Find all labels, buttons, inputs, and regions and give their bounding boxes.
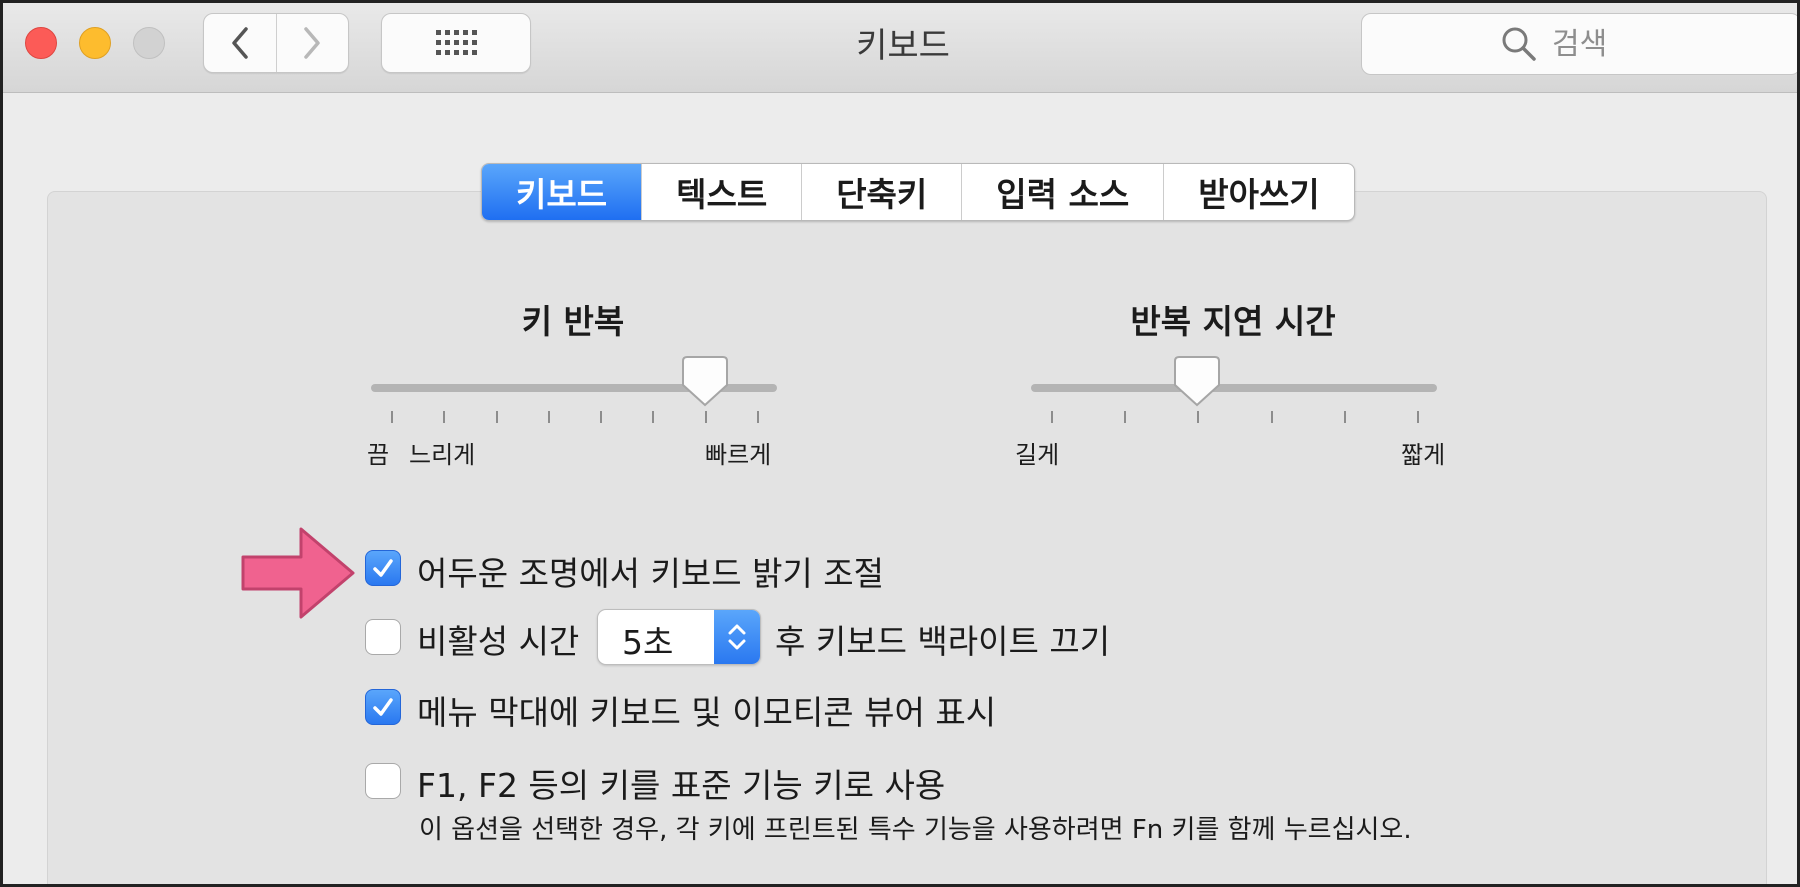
slider-tick	[495, 411, 498, 423]
slider-tick	[757, 411, 759, 423]
fn-keys-checkbox[interactable]	[365, 763, 401, 799]
updown-arrows-icon	[714, 610, 760, 664]
slider-tick	[652, 411, 655, 423]
zoom-window-button[interactable]	[133, 27, 165, 59]
checkmark-icon	[373, 559, 393, 577]
fn-keys-note: 이 옵션을 선택한 경우, 각 키에 프린트된 특수 기능을 사용하려면 Fn …	[419, 815, 1412, 845]
repeat-delay-short-label: 짧게	[1401, 441, 1446, 469]
fn-keys-label: F1, F2 등의 키를 표준 기능 키로 사용	[417, 766, 946, 805]
slider-tick	[1197, 411, 1200, 423]
slider-tick	[1343, 411, 1346, 423]
slider-tick	[704, 411, 707, 423]
key-repeat-slider-thumb[interactable]	[681, 355, 729, 407]
tab-keyboard[interactable]: 키보드	[482, 164, 642, 220]
search-input[interactable]	[1552, 26, 1772, 62]
repeat-delay-title: 반복 지연 시간	[1130, 302, 1336, 341]
back-button[interactable]	[204, 14, 276, 72]
title-bar: 키보드	[3, 3, 1797, 93]
slider-tick	[1417, 411, 1419, 423]
navigation-buttons	[203, 13, 349, 73]
forward-button[interactable]	[275, 14, 349, 72]
auto-brightness-label: 어두운 조명에서 키보드 밝기 조절	[417, 554, 884, 593]
tab-bar: 키보드 텍스트 단축키 입력 소스 받아쓰기	[481, 163, 1355, 221]
tab-input-sources[interactable]: 입력 소스	[961, 164, 1163, 220]
idle-time-value: 5초	[622, 623, 674, 662]
repeat-delay-long-label: 길게	[1015, 441, 1060, 469]
key-repeat-off-label: 끔	[367, 441, 390, 469]
checkmark-icon	[373, 698, 393, 716]
key-repeat-fast-label: 빠르게	[705, 441, 772, 469]
chevron-right-icon	[304, 27, 320, 59]
key-repeat-slow-label: 느리게	[409, 441, 476, 469]
search-icon	[1502, 27, 1536, 61]
minimize-window-button[interactable]	[79, 27, 111, 59]
grid-icon	[436, 30, 477, 55]
slider-tick	[391, 411, 393, 423]
slider-tick	[1124, 411, 1127, 423]
backlight-off-label-after: 후 키보드 백라이트 끄기	[775, 622, 1111, 661]
slider-tick	[443, 411, 446, 423]
close-window-button[interactable]	[25, 27, 57, 59]
tab-dictation[interactable]: 받아쓰기	[1163, 164, 1353, 220]
repeat-delay-slider-thumb[interactable]	[1173, 355, 1221, 407]
slider-tick	[1270, 411, 1273, 423]
chevron-left-icon	[232, 27, 248, 59]
menu-bar-viewer-checkbox[interactable]	[365, 689, 401, 725]
repeat-delay-track[interactable]	[1031, 384, 1437, 392]
menu-bar-viewer-label: 메뉴 막대에 키보드 및 이모티콘 뷰어 표시	[417, 693, 997, 732]
key-repeat-title: 키 반복	[521, 302, 625, 341]
idle-time-popup[interactable]: 5초	[597, 609, 761, 665]
slider-tick	[547, 411, 550, 423]
window-title: 키보드	[856, 26, 950, 66]
show-all-button[interactable]	[381, 13, 531, 73]
keyboard-preferences-window: 키보드 키보드 텍스트 단축키 입력 소스 받아쓰기 키 반복 끔 느리게 빠르…	[0, 0, 1800, 887]
auto-brightness-checkbox[interactable]	[365, 550, 401, 586]
slider-tick	[1051, 411, 1053, 423]
backlight-off-label-before: 비활성 시간	[417, 622, 580, 661]
tab-text[interactable]: 텍스트	[641, 164, 801, 220]
annotation-arrow-icon	[241, 527, 355, 619]
backlight-off-checkbox[interactable]	[365, 619, 401, 655]
search-field[interactable]	[1361, 13, 1797, 75]
slider-tick	[600, 411, 603, 423]
tab-shortcuts[interactable]: 단축키	[801, 164, 961, 220]
